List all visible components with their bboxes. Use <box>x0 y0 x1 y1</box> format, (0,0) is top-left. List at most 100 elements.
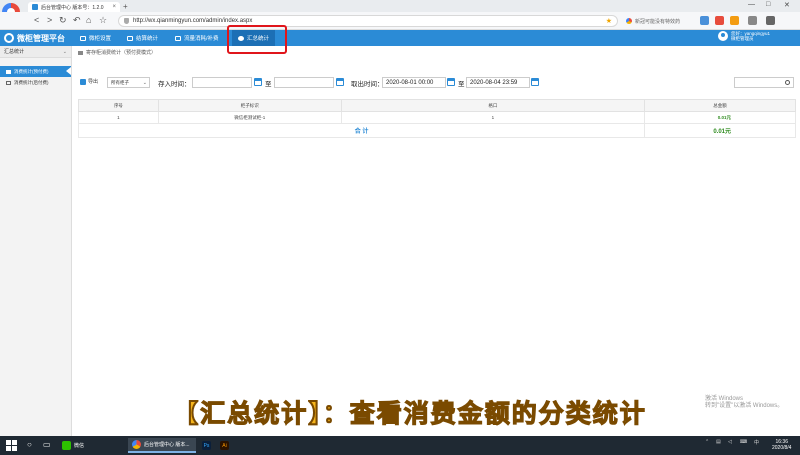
app-logo: 微柜管理平台 <box>4 31 65 45</box>
highlight-nav-box <box>227 25 287 54</box>
bookmark-icon[interactable]: ☆ <box>99 15 107 26</box>
export-icon <box>80 78 86 85</box>
nav-cabinet-settings[interactable]: 微柜设置 <box>80 30 111 46</box>
address-url: http://wx.qianmingyun.com/admin/index.as… <box>133 18 253 24</box>
avatar-icon <box>718 31 728 41</box>
column-header[interactable]: 总金额 <box>644 99 796 112</box>
column-header[interactable]: 格口 <box>340 99 646 112</box>
search-engine-icon <box>626 18 632 24</box>
windows-start-icon[interactable] <box>6 440 17 451</box>
tray-keyboard-icon[interactable]: ⌨ <box>740 439 747 445</box>
total-label: 合 计 <box>77 123 646 138</box>
export-label: 导出 <box>88 79 99 85</box>
column-header[interactable]: 柜子标识 <box>157 99 342 112</box>
search-input[interactable] <box>734 77 794 88</box>
pickup-time-from-input[interactable]: 2020-08-01 00:00 <box>382 77 446 88</box>
tab-close-icon[interactable]: × <box>112 4 116 10</box>
search-suggestion[interactable]: 新冠可能没有特效药 <box>626 16 696 26</box>
store-time-to-input[interactable] <box>274 77 334 88</box>
calendar-icon[interactable] <box>447 78 455 86</box>
calendar-icon[interactable] <box>254 78 262 86</box>
back-icon[interactable]: < <box>34 15 39 25</box>
extension-icon[interactable] <box>700 16 709 25</box>
favorite-star-icon[interactable]: ★ <box>606 17 612 25</box>
address-input[interactable]: http://wx.qianmingyun.com/admin/index.as… <box>118 15 618 27</box>
search-icon[interactable] <box>785 80 790 85</box>
tray-chevron-icon[interactable]: ⌃ <box>705 439 709 445</box>
undo-icon[interactable]: ↶ <box>73 15 81 26</box>
total-amount: 0.01元 <box>644 123 796 138</box>
chevron-down-icon: ⌄ <box>62 48 67 55</box>
menu-icon[interactable] <box>766 16 775 25</box>
app-header: 微柜管理平台 微柜设置 结算统计 流量消耗/补费 汇总统计 您好：yangqin… <box>0 30 800 46</box>
pickup-time-to-input[interactable]: 2020-08-04 23:59 <box>466 77 530 88</box>
calendar-icon[interactable] <box>531 78 539 86</box>
taskbar-app-label: 后台管理中心 版本... <box>144 442 190 448</box>
wechat-icon <box>62 441 71 450</box>
filter-bar: 导出 所有柜子 ⌄ 存入时间： 至 取出时间： 2020-08-01 00:00… <box>78 76 796 90</box>
browser-toolbar: < > ↻ ↶ ⌂ ☆ http://wx.qianmingyun.com/ad… <box>0 12 800 30</box>
window-close-icon[interactable]: ✕ <box>784 1 790 9</box>
taskbar-app-browser[interactable]: 后台管理中心 版本... <box>128 438 196 453</box>
gear-icon <box>127 35 133 41</box>
breadcrumb-text: 寄存柜消费统计（预付费模式） <box>86 50 157 56</box>
sidebar-active-caret <box>66 67 71 75</box>
maximize-icon[interactable]: □ <box>766 1 770 8</box>
cell-amount: 0.01元 <box>644 111 796 124</box>
site-favicon-icon <box>32 4 38 10</box>
cabinet-select[interactable]: 所有柜子 ⌄ <box>107 77 150 88</box>
taskbar: ○ ▭ 微信 后台管理中心 版本... Ps Ai ⌃ ▤ ◁ ⌨ 中 16:3… <box>0 436 800 455</box>
sidebar-header[interactable]: 汇总统计 ⌄ <box>0 46 71 58</box>
home-icon[interactable]: ⌂ <box>86 15 91 25</box>
sidebar: 汇总统计 ⌄ 消费统计(预付费) 消费统计(后付费) <box>0 46 72 436</box>
store-time-label: 存入时间： <box>158 81 191 88</box>
user-menu[interactable]: 您好：yangqingyu1 微柜管理员 <box>718 31 770 41</box>
logo-icon <box>4 33 14 43</box>
pickup-to-label: 至 <box>458 81 465 88</box>
browser-tabbar: 后台管理中心 版本号：1.2.0 × + — □ ✕ <box>0 0 800 21</box>
column-header[interactable]: 序号 <box>78 99 159 112</box>
store-time-from-input[interactable] <box>192 77 252 88</box>
export-button[interactable]: 导出 <box>80 78 98 85</box>
search-icon[interactable]: ○ <box>27 440 32 449</box>
cell-cabinet: 微信柜测试柜-1 <box>157 111 342 124</box>
nav-label: 结算统计 <box>136 36 159 42</box>
sidebar-header-label: 汇总统计 <box>4 49 25 55</box>
sidebar-item-label: 消费统计(预付费) <box>14 68 49 74</box>
sidebar-item-prepaid[interactable]: 消费统计(预付费) <box>0 66 71 77</box>
tray-input-method-icon[interactable]: 中 <box>754 439 759 446</box>
calendar-icon[interactable] <box>336 78 344 86</box>
nav-traffic-recharge[interactable]: 流量消耗/补费 <box>175 30 219 46</box>
logo-text: 微柜管理平台 <box>17 33 65 43</box>
table-row[interactable]: 1 微信柜测试柜-1 1 0.01元 <box>78 111 796 124</box>
nav-settlement-stats[interactable]: 结算统计 <box>127 30 158 46</box>
taskbar-app-wechat[interactable]: 微信 <box>58 438 88 453</box>
cabinet-select-value: 所有柜子 <box>111 79 129 85</box>
taskbar-app-illustrator[interactable]: Ai <box>216 438 233 453</box>
taskbar-app-label: 微信 <box>74 443 85 449</box>
forward-icon[interactable]: > <box>47 15 52 25</box>
notification-extension-icon[interactable] <box>730 16 739 25</box>
home-icon <box>78 50 83 55</box>
doc-icon <box>6 80 11 85</box>
video-caption: 【汇总统计】：查看消费金额的分类统计 <box>173 399 647 428</box>
doc-icon <box>6 69 11 74</box>
cell-index: 1 <box>78 111 159 124</box>
browser-tab[interactable]: 后台管理中心 版本号：1.2.0 × <box>28 2 120 12</box>
taskbar-app-photoshop[interactable]: Ps <box>198 438 215 453</box>
refresh-icon[interactable]: ↻ <box>59 15 67 26</box>
minimize-icon[interactable]: — <box>748 1 755 8</box>
cell-slot: 1 <box>340 111 646 124</box>
taskbar-clock[interactable]: 16:36 2020/8/4 <box>772 439 791 451</box>
new-tab-button[interactable]: + <box>123 2 128 11</box>
store-to-label: 至 <box>265 81 272 88</box>
account-icon[interactable] <box>748 16 757 25</box>
tray-network-icon[interactable]: ▤ <box>716 439 721 445</box>
search-suggestion-text: 新冠可能没有特效药 <box>635 18 681 25</box>
table-header-row: 序号 柜子标识 格口 总金额 <box>78 99 796 112</box>
tray-volume-icon[interactable]: ◁ <box>728 439 732 445</box>
sidebar-item-postpaid[interactable]: 消费统计(后付费) <box>0 77 71 88</box>
stats-table: 序号 柜子标识 格口 总金额 1 微信柜测试柜-1 1 0.01元 合 计 0.… <box>77 99 796 138</box>
game-extension-icon[interactable] <box>715 16 724 25</box>
task-view-icon[interactable]: ▭ <box>43 440 51 449</box>
